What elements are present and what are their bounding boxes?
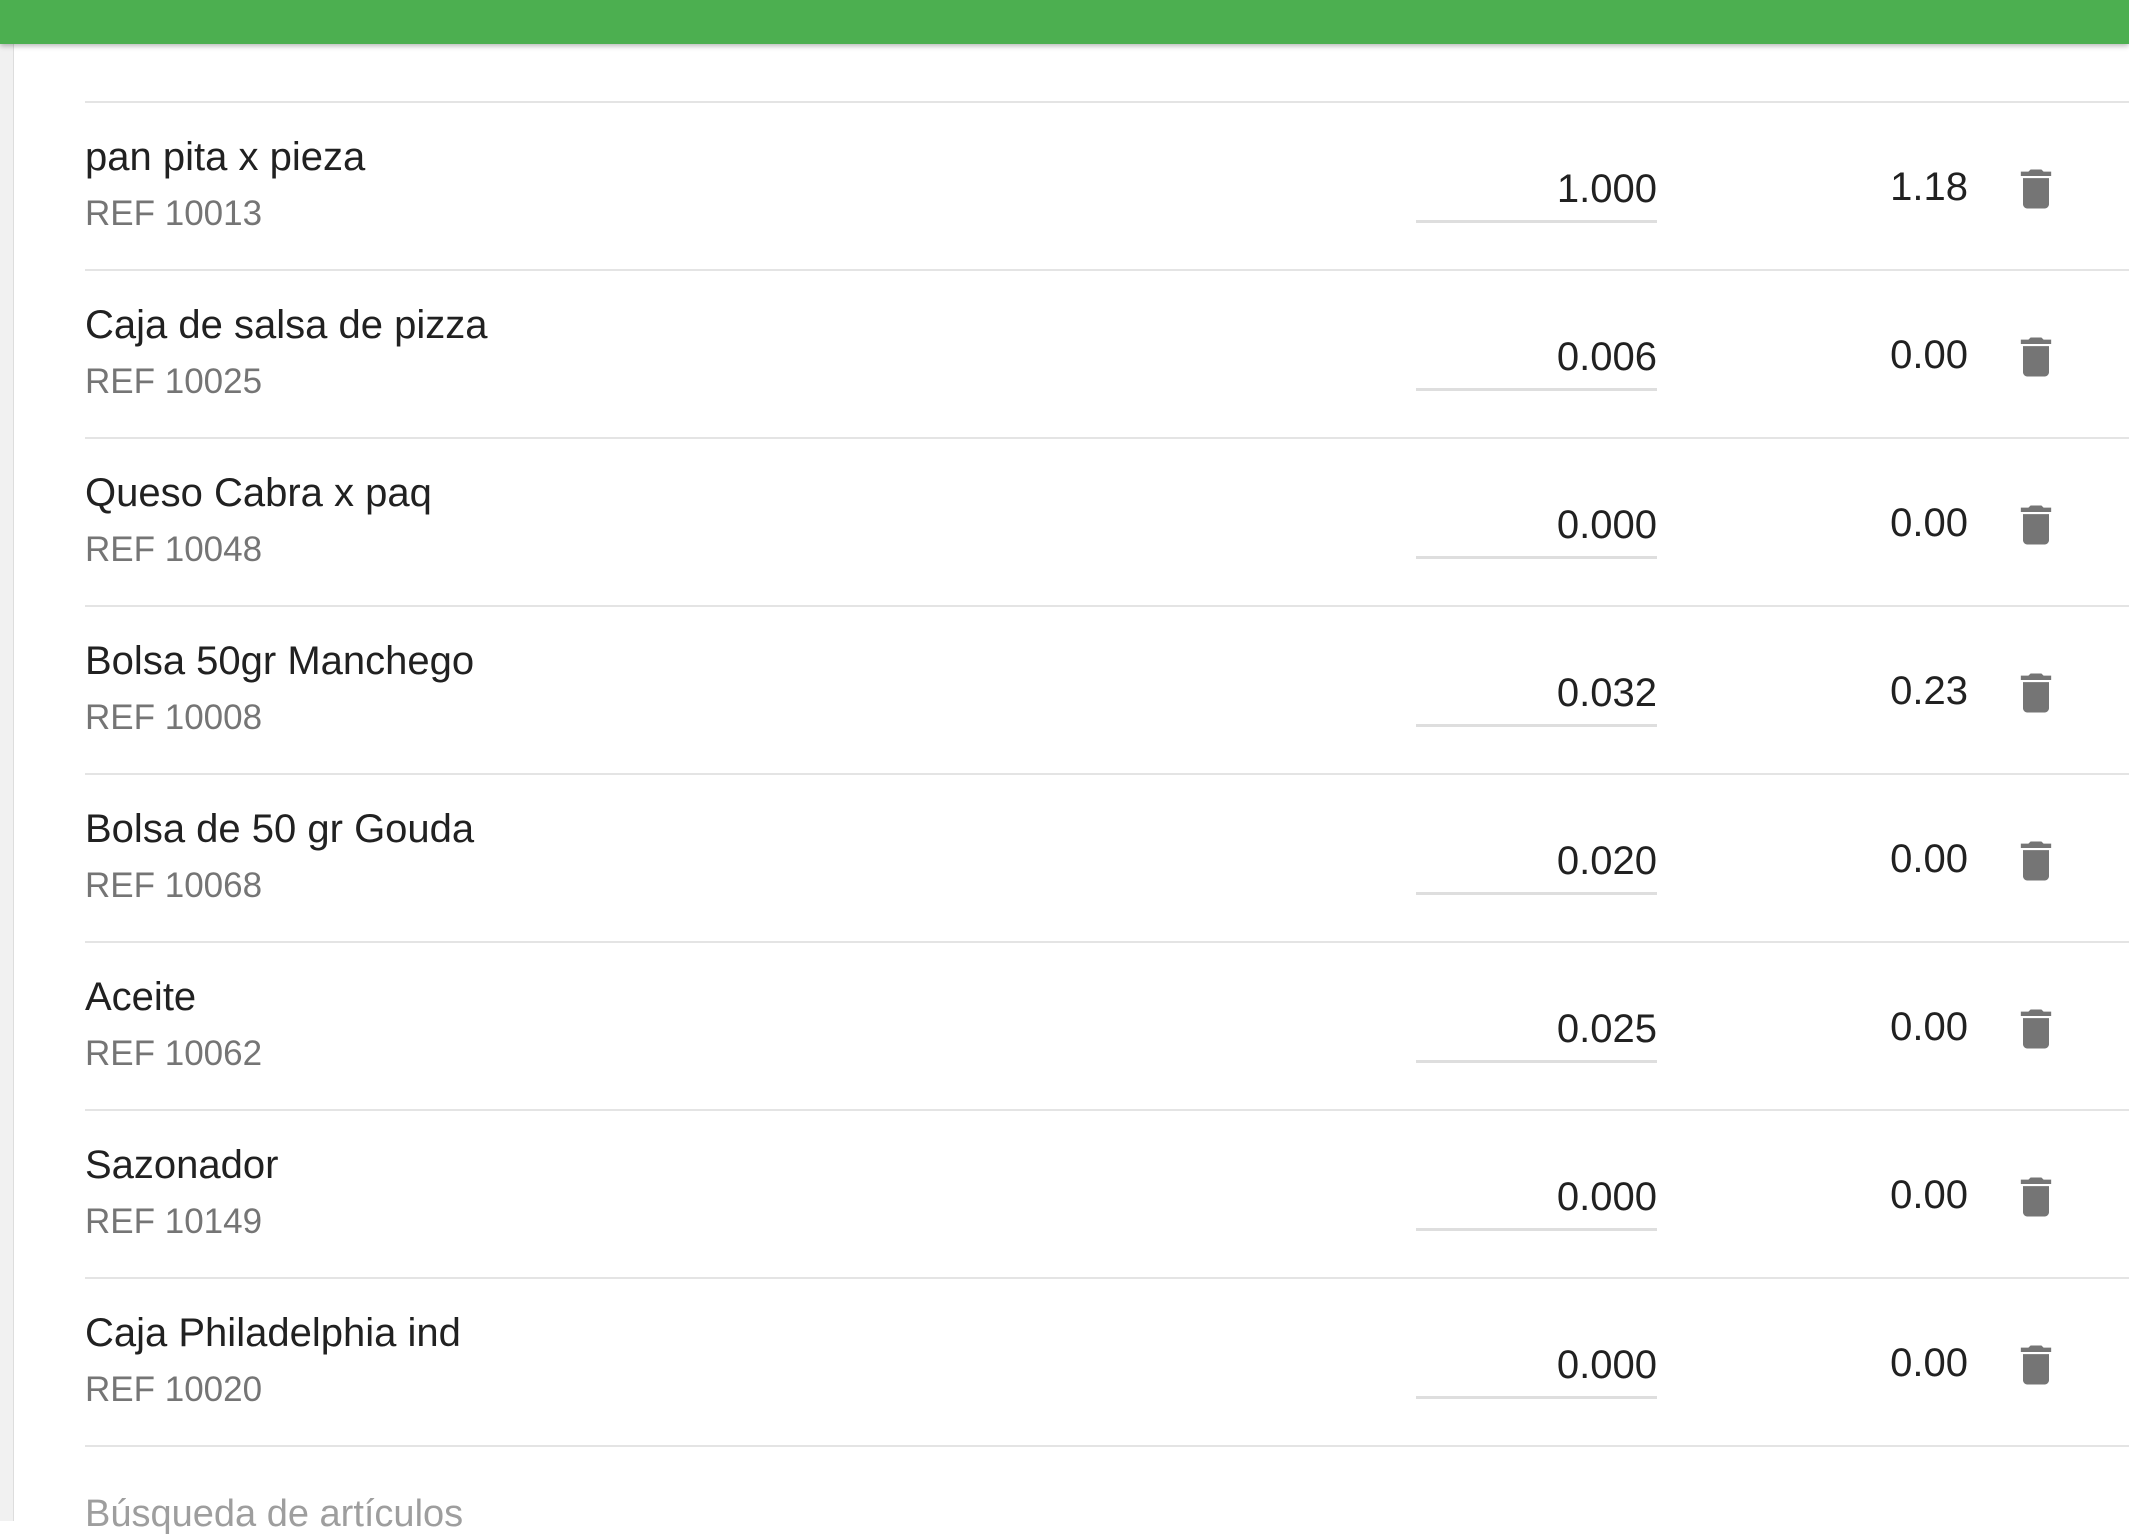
quantity-input[interactable] xyxy=(1416,159,1657,219)
quantity-field xyxy=(1416,495,1657,559)
list-item: pan pita x pieza REF 10013 1.18 xyxy=(85,103,2129,271)
item-ref: REF 10025 xyxy=(85,362,263,401)
item-name: Aceite xyxy=(85,975,197,1019)
list-item: Aceite REF 10062 0.00 xyxy=(85,943,2129,1111)
item-search-placeholder[interactable]: Búsqueda de artículos xyxy=(85,1490,463,1538)
item-name: Sazonador xyxy=(85,1143,279,1187)
item-amount: 1.18 xyxy=(1890,165,1968,209)
item-ref: REF 10008 xyxy=(85,698,263,737)
delete-button[interactable] xyxy=(2006,1165,2066,1229)
delete-button[interactable] xyxy=(2006,997,2066,1061)
trash-icon xyxy=(2020,169,2052,209)
item-name: pan pita x pieza xyxy=(85,135,366,179)
item-name: Caja Philadelphia ind xyxy=(85,1311,461,1355)
quantity-field xyxy=(1416,1335,1657,1399)
item-name: Queso Cabra x paq xyxy=(85,471,432,515)
quantity-input[interactable] xyxy=(1416,663,1657,723)
list-item: Sazonador REF 10149 0.00 xyxy=(85,1111,2129,1279)
items-list: pan pita x pieza REF 10013 1.18 Caja de … xyxy=(85,101,2129,1447)
list-item: Queso Cabra x paq REF 10048 0.00 xyxy=(85,439,2129,607)
list-item: Caja Philadelphia ind REF 10020 0.00 xyxy=(85,1279,2129,1447)
item-amount: 0.00 xyxy=(1890,501,1968,545)
delete-button[interactable] xyxy=(2006,157,2066,221)
item-amount: 0.00 xyxy=(1890,837,1968,881)
item-amount: 0.00 xyxy=(1890,1341,1968,1385)
delete-button[interactable] xyxy=(2006,829,2066,893)
delete-button[interactable] xyxy=(2006,661,2066,725)
item-ref: REF 10149 xyxy=(85,1202,263,1241)
item-name: Caja de salsa de pizza xyxy=(85,303,488,347)
item-ref: REF 10020 xyxy=(85,1370,263,1409)
item-amount: 0.00 xyxy=(1890,1005,1968,1049)
delete-button[interactable] xyxy=(2006,1333,2066,1397)
item-ref: REF 10013 xyxy=(85,194,263,233)
list-item: Caja de salsa de pizza REF 10025 0.00 xyxy=(85,271,2129,439)
trash-icon xyxy=(2020,1009,2052,1049)
trash-icon xyxy=(2020,337,2052,377)
list-item: Bolsa de 50 gr Gouda REF 10068 0.00 xyxy=(85,775,2129,943)
quantity-input[interactable] xyxy=(1416,1335,1657,1395)
quantity-field xyxy=(1416,1167,1657,1231)
quantity-input[interactable] xyxy=(1416,495,1657,555)
list-item: Bolsa 50gr Manchego REF 10008 0.23 xyxy=(85,607,2129,775)
left-panel-edge xyxy=(0,44,14,1521)
quantity-input[interactable] xyxy=(1416,999,1657,1059)
quantity-field xyxy=(1416,999,1657,1063)
trash-icon xyxy=(2020,841,2052,881)
quantity-input[interactable] xyxy=(1416,327,1657,387)
quantity-input[interactable] xyxy=(1416,1167,1657,1227)
quantity-field xyxy=(1416,327,1657,391)
item-ref: REF 10068 xyxy=(85,866,263,905)
delete-button[interactable] xyxy=(2006,493,2066,557)
delete-button[interactable] xyxy=(2006,325,2066,389)
quantity-field xyxy=(1416,663,1657,727)
trash-icon xyxy=(2020,1345,2052,1385)
item-name: Bolsa de 50 gr Gouda xyxy=(85,807,475,851)
quantity-input[interactable] xyxy=(1416,831,1657,891)
quantity-field xyxy=(1416,831,1657,895)
item-amount: 0.00 xyxy=(1890,1173,1968,1217)
item-ref: REF 10048 xyxy=(85,530,263,569)
item-name: Bolsa 50gr Manchego xyxy=(85,639,475,683)
quantity-field xyxy=(1416,159,1657,223)
trash-icon xyxy=(2020,505,2052,545)
item-amount: 0.23 xyxy=(1890,669,1968,713)
trash-icon xyxy=(2020,1177,2052,1217)
trash-icon xyxy=(2020,673,2052,713)
item-ref: REF 10062 xyxy=(85,1034,263,1073)
top-app-bar xyxy=(0,0,2129,44)
item-amount: 0.00 xyxy=(1890,333,1968,377)
